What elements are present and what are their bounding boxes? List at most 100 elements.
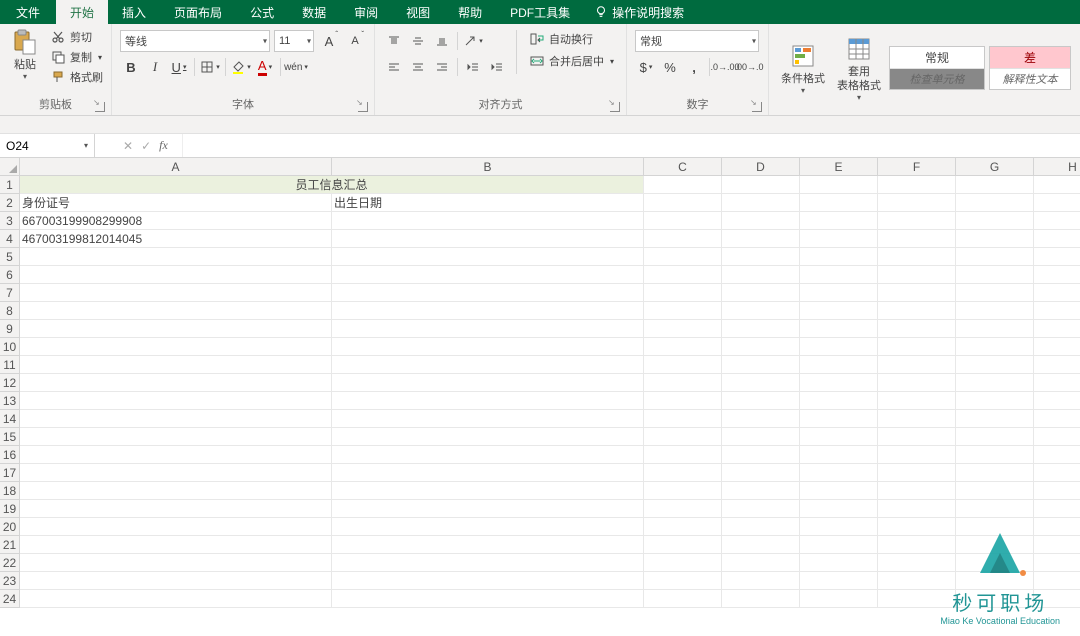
cell[interactable] — [644, 410, 722, 428]
cell[interactable] — [878, 284, 956, 302]
format-as-table-button[interactable]: 套用 表格格式 ▾ — [833, 33, 885, 104]
select-all-corner[interactable] — [0, 158, 20, 176]
cell[interactable] — [800, 572, 878, 590]
cell[interactable] — [722, 482, 800, 500]
cell[interactable] — [20, 464, 332, 482]
cell[interactable] — [332, 374, 644, 392]
align-right-button[interactable] — [431, 56, 453, 78]
cell[interactable] — [644, 356, 722, 374]
cell[interactable] — [722, 176, 800, 194]
align-top-button[interactable] — [383, 30, 405, 52]
cell[interactable] — [644, 392, 722, 410]
column-header[interactable]: B — [332, 158, 644, 176]
cell[interactable] — [332, 284, 644, 302]
row-header[interactable]: 2 — [0, 194, 20, 212]
cell[interactable]: 467003199812014045 — [20, 230, 332, 248]
cell[interactable] — [956, 374, 1034, 392]
increase-indent-button[interactable] — [486, 56, 508, 78]
font-name-combo[interactable]: 等线▾ — [120, 30, 270, 52]
cell[interactable] — [800, 536, 878, 554]
cell[interactable] — [1034, 464, 1080, 482]
cell[interactable] — [1034, 374, 1080, 392]
cell[interactable] — [800, 266, 878, 284]
paste-button[interactable]: 粘贴 ▾ — [4, 26, 46, 83]
cell[interactable] — [20, 338, 332, 356]
cell[interactable] — [1034, 356, 1080, 374]
cell[interactable] — [1034, 266, 1080, 284]
name-box[interactable] — [0, 134, 78, 157]
cell[interactable] — [20, 518, 332, 536]
row-header[interactable]: 23 — [0, 572, 20, 590]
conditional-formatting-button[interactable]: 条件格式 ▾ — [777, 40, 829, 97]
cell[interactable] — [644, 230, 722, 248]
cell[interactable] — [722, 212, 800, 230]
dialog-launcher-icon[interactable] — [752, 102, 762, 112]
align-bottom-button[interactable] — [431, 30, 453, 52]
cell[interactable] — [1034, 230, 1080, 248]
cell-style-bad[interactable]: 差 解释性文本 — [989, 46, 1071, 90]
decrease-decimal-button[interactable]: .00→.0 — [738, 56, 760, 78]
cell[interactable] — [20, 446, 332, 464]
cell[interactable] — [1034, 482, 1080, 500]
cell[interactable] — [644, 572, 722, 590]
dialog-launcher-icon[interactable] — [95, 102, 105, 112]
cell[interactable] — [956, 320, 1034, 338]
cell[interactable] — [644, 482, 722, 500]
cell[interactable] — [20, 284, 332, 302]
tab-insert[interactable]: 插入 — [108, 0, 160, 24]
cell[interactable] — [722, 266, 800, 284]
cell[interactable] — [956, 266, 1034, 284]
cell[interactable] — [644, 266, 722, 284]
row-header[interactable]: 11 — [0, 356, 20, 374]
tab-layout[interactable]: 页面布局 — [160, 0, 236, 24]
row-header[interactable]: 18 — [0, 482, 20, 500]
orientation-button[interactable]: ▾ — [462, 30, 484, 52]
cell[interactable] — [644, 320, 722, 338]
cell-title[interactable]: 员工信息汇总 — [20, 176, 644, 194]
cell[interactable] — [722, 356, 800, 374]
cell[interactable] — [878, 410, 956, 428]
cell[interactable] — [800, 302, 878, 320]
cell[interactable] — [722, 500, 800, 518]
cell[interactable] — [644, 536, 722, 554]
column-header[interactable]: H — [1034, 158, 1080, 176]
cell[interactable] — [644, 176, 722, 194]
tab-view[interactable]: 视图 — [392, 0, 444, 24]
cell[interactable]: 出生日期 — [332, 194, 644, 212]
cell[interactable] — [878, 392, 956, 410]
cell[interactable] — [722, 410, 800, 428]
cell[interactable] — [20, 248, 332, 266]
wrap-text-button[interactable]: 自动换行 — [525, 30, 618, 48]
increase-decimal-button[interactable]: .0→.00 — [714, 56, 736, 78]
cell[interactable] — [1034, 248, 1080, 266]
cell[interactable] — [1034, 410, 1080, 428]
comma-button[interactable]: , — [683, 56, 705, 78]
row-header[interactable]: 9 — [0, 320, 20, 338]
cell[interactable] — [644, 446, 722, 464]
row-header[interactable]: 16 — [0, 446, 20, 464]
tab-file[interactable]: 文件 — [0, 0, 56, 24]
row-header[interactable]: 10 — [0, 338, 20, 356]
cell[interactable] — [644, 374, 722, 392]
column-header[interactable]: F — [878, 158, 956, 176]
percent-button[interactable]: % — [659, 56, 681, 78]
cell[interactable] — [800, 590, 878, 608]
row-header[interactable]: 6 — [0, 266, 20, 284]
column-header[interactable]: C — [644, 158, 722, 176]
column-header[interactable]: G — [956, 158, 1034, 176]
cell[interactable] — [20, 356, 332, 374]
underline-button[interactable]: U▾ — [168, 56, 190, 78]
cell[interactable] — [332, 230, 644, 248]
cell[interactable] — [332, 356, 644, 374]
cell[interactable] — [800, 176, 878, 194]
cell[interactable] — [956, 176, 1034, 194]
cell[interactable] — [20, 266, 332, 284]
row-header[interactable]: 5 — [0, 248, 20, 266]
cell[interactable] — [644, 554, 722, 572]
cell[interactable] — [878, 266, 956, 284]
row-header[interactable]: 14 — [0, 410, 20, 428]
cell[interactable] — [956, 428, 1034, 446]
cell[interactable] — [956, 500, 1034, 518]
tab-formulas[interactable]: 公式 — [236, 0, 288, 24]
cell[interactable] — [722, 320, 800, 338]
